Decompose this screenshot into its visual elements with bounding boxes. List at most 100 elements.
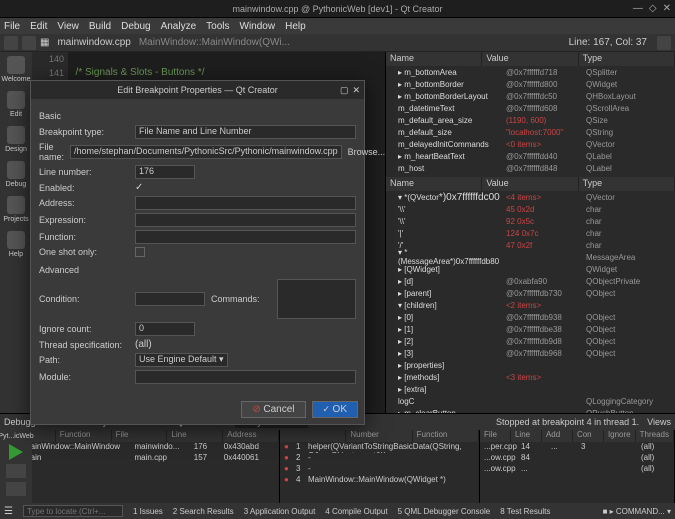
- dialog-max-icon[interactable]: ▢: [340, 85, 349, 96]
- var-row[interactable]: ▸ [d]@0xabfa90QObjectPrivate: [386, 275, 675, 287]
- var-row[interactable]: ▸ [2]@0x7ffffffdb9d8QObject: [386, 335, 675, 347]
- file-crumb[interactable]: mainwindow.cpp: [57, 37, 130, 48]
- status-pane-4[interactable]: 4 Compile Output: [325, 507, 387, 516]
- col-name[interactable]: Name: [386, 177, 482, 191]
- status-pane-3[interactable]: 3 Application Output: [244, 507, 316, 516]
- ignore-input[interactable]: 0: [135, 322, 195, 336]
- close-icon[interactable]: ✕: [663, 3, 671, 14]
- menu-help[interactable]: Help: [285, 21, 306, 32]
- var-row[interactable]: m_delayedInitCommands<0 items>QVector: [386, 138, 675, 150]
- module-input[interactable]: [135, 370, 356, 384]
- dialog-titlebar[interactable]: Edit Breakpoint Properties — Qt Creator …: [31, 81, 364, 99]
- command-indicator[interactable]: ■ ▸ COMMAND... ▾: [603, 507, 671, 516]
- stack-frame[interactable]: 2mainmain.cpp1570x440061: [0, 453, 279, 464]
- col-type[interactable]: Type: [579, 177, 675, 191]
- dialog-close-icon[interactable]: ✕: [352, 85, 360, 96]
- split-icon[interactable]: [657, 36, 671, 50]
- menu-tools[interactable]: Tools: [206, 21, 229, 32]
- line-input[interactable]: 176: [135, 165, 195, 179]
- bp-file-row[interactable]: ...ow.cpp...(all): [480, 464, 674, 475]
- maximize-icon[interactable]: ◇: [649, 3, 657, 14]
- build-icon[interactable]: [6, 482, 26, 496]
- file-input[interactable]: /home/stephan/Documents/PythonicSrc/Pyth…: [70, 145, 342, 159]
- breakpoints-panel[interactable]: NumberFunction ●1helper(QVariantToString…: [280, 430, 480, 503]
- col-value[interactable]: Value: [482, 52, 578, 66]
- var-row[interactable]: ▸ [extra]: [386, 383, 675, 395]
- type-select[interactable]: File Name and Line Number: [135, 125, 356, 139]
- var-row[interactable]: ▸ [1]@0x7ffffffdbe38QObject: [386, 323, 675, 335]
- var-row[interactable]: ▸ [QWidget]QWidget: [386, 263, 675, 275]
- var-row[interactable]: logCQLoggingCategory: [386, 395, 675, 407]
- forward-icon[interactable]: [22, 36, 36, 50]
- target-label[interactable]: Pyt...icWeb: [0, 433, 34, 440]
- mode-debug[interactable]: Debug: [4, 161, 28, 188]
- breakpoint-row[interactable]: ●1helper(QVariantToStringBasicData(QStri…: [280, 442, 479, 453]
- symbol-crumb[interactable]: MainWindow::MainWindow(QWi...: [139, 37, 290, 48]
- menu-file[interactable]: File: [4, 21, 20, 32]
- debug-run-icon[interactable]: [6, 464, 26, 478]
- cond-input[interactable]: [135, 292, 205, 306]
- cancel-button[interactable]: ⊘ Cancel: [241, 401, 305, 418]
- menu-edit[interactable]: Edit: [30, 21, 47, 32]
- menu-view[interactable]: View: [57, 21, 79, 32]
- mode-edit[interactable]: Edit: [4, 91, 28, 118]
- col-name[interactable]: Name: [386, 52, 482, 66]
- address-input[interactable]: [135, 196, 356, 210]
- path-select[interactable]: Use Engine Default ▾: [135, 353, 228, 367]
- oneshot-checkbox[interactable]: [135, 247, 145, 257]
- menu-build[interactable]: Build: [89, 21, 111, 32]
- status-pane-1[interactable]: 1 Issues: [133, 507, 163, 516]
- vars-tree[interactable]: ▸ m_bottomArea@0x7ffffffd718QSplitter▸ m…: [386, 66, 675, 177]
- back-icon[interactable]: [4, 36, 18, 50]
- vars-tree-2[interactable]: ▾ *(QVector*)0x7ffffffdc00<4 items>QVect…: [386, 191, 675, 413]
- breakpoint-row[interactable]: ●2-: [280, 453, 479, 464]
- menu-window[interactable]: Window: [240, 21, 276, 32]
- expr-input[interactable]: [135, 213, 356, 227]
- var-row[interactable]: '\\'45 0x2dchar: [386, 203, 675, 215]
- mode-welcome[interactable]: Welcome: [4, 56, 28, 83]
- var-row[interactable]: ▸ [parent]@0x7ffffffdb730QObject: [386, 287, 675, 299]
- status-pane-2[interactable]: 2 Search Results: [173, 507, 234, 516]
- var-row[interactable]: ▸ m_bottomBorder@0x7ffffffd800QWidget: [386, 78, 675, 90]
- var-row[interactable]: ▾ [children]<2 items>: [386, 299, 675, 311]
- var-row[interactable]: ▸ [3]@0x7ffffffdb968QObject: [386, 347, 675, 359]
- bp-file-row[interactable]: ...ow.cpp84(all): [480, 453, 674, 464]
- var-row[interactable]: ▸ m_bottomBorderLayout@0x7ffffffdc50QHBo…: [386, 90, 675, 102]
- var-row[interactable]: m_default_area_size(1190, 600)QSize: [386, 114, 675, 126]
- ok-button[interactable]: ✓ OK: [312, 401, 359, 418]
- stack-frame[interactable]: ▸ 1MainWindow::MainWindowmainwindo...176…: [0, 442, 279, 453]
- status-pane-5[interactable]: 5 QML Debugger Console: [398, 507, 491, 516]
- var-row[interactable]: m_host@0x7ffffffd848QLabel: [386, 162, 675, 174]
- var-row[interactable]: m_default_size"localhost:7000"QString: [386, 126, 675, 138]
- mode-projects[interactable]: Projects: [4, 196, 28, 223]
- cmd-input[interactable]: [277, 279, 356, 319]
- menu-analyze[interactable]: Analyze: [161, 21, 197, 32]
- locator-icon[interactable]: ☰: [4, 506, 13, 517]
- var-row[interactable]: '|'124 0x7cchar: [386, 227, 675, 239]
- stack-panel[interactable]: LevFunctionFileLineAddress ▸ 1MainWindow…: [0, 430, 280, 503]
- menu-debug[interactable]: Debug: [121, 21, 150, 32]
- line-col-indicator[interactable]: Line: 167, Col: 37: [569, 37, 647, 48]
- var-row[interactable]: ▸ [properties]: [386, 359, 675, 371]
- col-value[interactable]: Value: [482, 177, 578, 191]
- bp-file-row[interactable]: ...per.cpp14...3(all): [480, 442, 674, 453]
- var-row[interactable]: ▾ *(MessageArea*)0x7ffffffdb80MessageAre…: [386, 251, 675, 263]
- func-input[interactable]: [135, 230, 356, 244]
- enabled-checkbox[interactable]: ✓: [135, 182, 143, 193]
- breakpoint-row[interactable]: ●4MainWindow::MainWindow(QWidget *): [280, 475, 479, 486]
- breakpoint-row[interactable]: ●3-: [280, 464, 479, 475]
- var-row[interactable]: m_datetimeText@0x7ffffffd608QScrollArea: [386, 102, 675, 114]
- var-row[interactable]: ▸ m_bottomArea@0x7ffffffd718QSplitter: [386, 66, 675, 78]
- col-type[interactable]: Type: [579, 52, 675, 66]
- run-icon[interactable]: [9, 444, 23, 460]
- views-button[interactable]: Views: [647, 417, 671, 427]
- mode-help[interactable]: Help: [4, 231, 28, 258]
- status-pane-8[interactable]: 8 Test Results: [500, 507, 550, 516]
- mode-design[interactable]: Design: [4, 126, 28, 153]
- var-row[interactable]: ▸ m_clearButtonQPushButton: [386, 407, 675, 413]
- bp-details-panel[interactable]: FileLineAddConIgnoreThreads ...per.cpp14…: [480, 430, 675, 503]
- var-row[interactable]: '\\'92 0x5cchar: [386, 215, 675, 227]
- locator-input[interactable]: [23, 505, 123, 517]
- browse-button[interactable]: Browse...: [348, 147, 386, 157]
- var-row[interactable]: ▸ m_heartBeatText@0x7ffffffdd40QLabel: [386, 150, 675, 162]
